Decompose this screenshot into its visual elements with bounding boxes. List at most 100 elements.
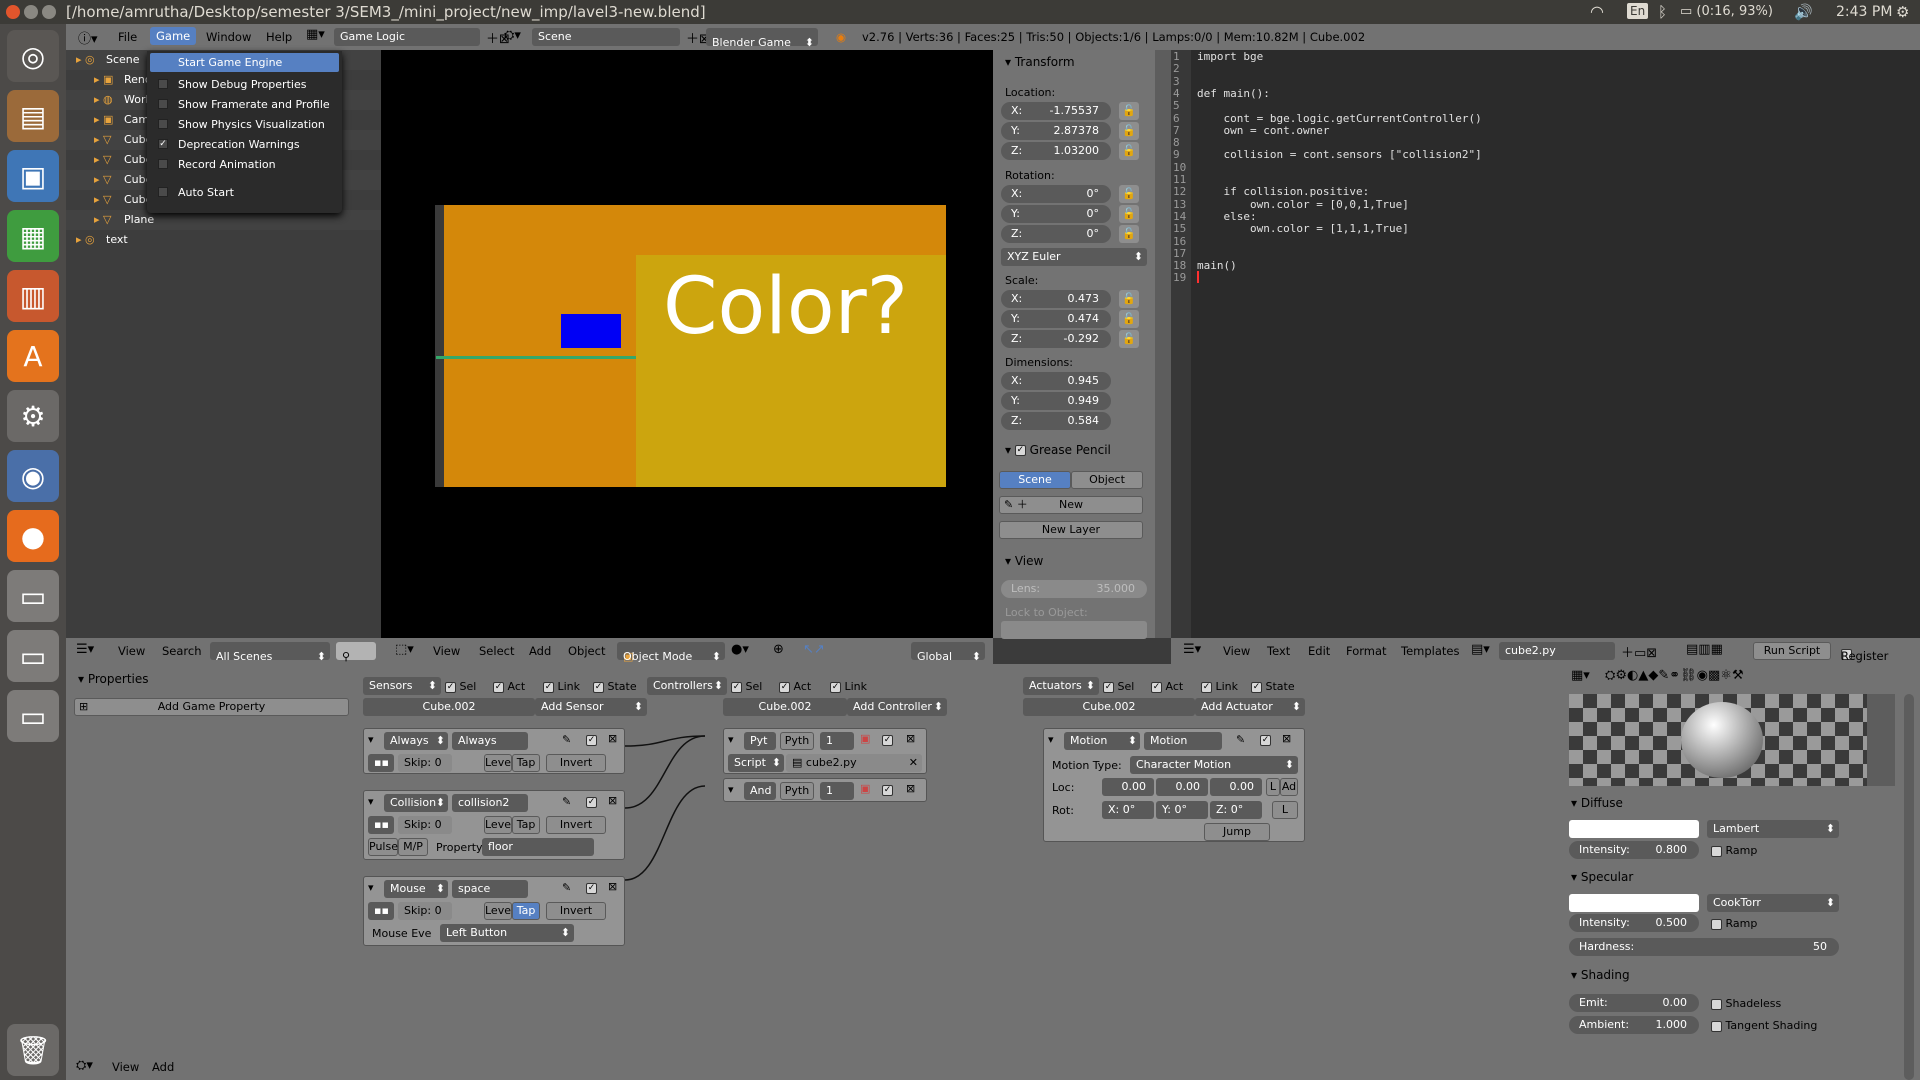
viewport-select-menu[interactable]: Select [479,644,514,658]
controller-type-select[interactable]: And [744,782,776,800]
active-checkbox[interactable]: ✓ [1260,733,1271,746]
diffuse-panel-title[interactable]: ▾ Diffuse [1571,796,1623,810]
sensors-object-label[interactable]: Cube.002 [363,698,535,716]
rot-y-field[interactable]: Y: 0° [1156,801,1208,819]
rot-x-field[interactable]: X: 0° [1102,801,1154,819]
specular-panel-title[interactable]: ▾ Specular [1571,870,1633,884]
loc-add-toggle[interactable]: Ad [1280,778,1298,796]
diffuse-color-swatch[interactable] [1569,820,1699,838]
view-panel-title[interactable]: ▾ View [1005,554,1043,568]
actuators-object-label[interactable]: Cube.002 [1023,698,1195,716]
sensors-link-toggle[interactable]: ✓ Link [543,680,580,693]
remove-controller-icon[interactable]: ⊠ [906,782,915,795]
logic-add-menu[interactable]: Add [152,1060,174,1074]
files-icon[interactable]: ▤ [7,90,59,142]
text-format-menu[interactable]: Format [1346,644,1387,658]
viewport-view-menu[interactable]: View [433,644,460,658]
active-checkbox[interactable]: ✓ [586,795,597,808]
lock-icon[interactable]: 🔓 [1119,205,1139,223]
dash-home-icon[interactable]: ◎ [7,30,59,82]
collapse-icon[interactable]: ▾ [368,733,374,746]
lens-field[interactable]: Lens: 35.000 [1001,580,1147,598]
outliner-editor-icon[interactable]: ☰▾ [76,642,94,657]
controller-name-field[interactable]: Pyth [780,732,814,750]
game-menu-item[interactable]: Show Debug Properties [150,75,339,94]
motion-type-select[interactable]: Character Motion ⬍ [1130,756,1298,774]
add-game-property-button[interactable]: ⊞ Add Game Property [74,698,349,716]
skip-field[interactable]: Skip: 0 [398,816,452,834]
specular-intensity-field[interactable]: Intensity: 0.500 [1569,914,1699,932]
diffuse-intensity-field[interactable]: Intensity: 0.800 [1569,841,1699,859]
shading-panel-title[interactable]: ▾ Shading [1571,968,1630,982]
viewport-add-menu[interactable]: Add [529,644,551,658]
controller-name-field[interactable]: Pyth [780,782,814,800]
controller-state-field[interactable]: 1 [820,782,854,800]
actuators-sel-toggle[interactable]: ✓ Sel [1103,680,1134,693]
loc-z-field[interactable]: 0.00 [1210,778,1262,796]
trash-icon[interactable]: 🗑 [7,1024,59,1076]
grease-new-button[interactable]: ✎ ＋ New [999,496,1143,514]
n-panel-scrollbar[interactable] [1155,50,1171,638]
logic-editor-type-icon[interactable]: ⛭▾ [76,1058,93,1073]
python-script-field[interactable]: ▤ cube2.py ✕ [786,754,922,772]
pulse-buttons[interactable]: ▪▪ [368,902,394,920]
controllers-act-toggle[interactable]: ✓ Act [779,680,811,693]
mouse-event-select[interactable]: Left Button ⬍ [440,924,574,942]
properties-editor-icon[interactable]: ▦▾ [1571,668,1590,683]
line-numbers-toggle-icon[interactable]: ▤▥▦ [1686,642,1723,657]
dimensions-field[interactable]: Z: 0.584 [1001,412,1111,430]
text-view-menu[interactable]: View [1223,644,1250,658]
actuator-type-select[interactable]: Motion ⬍ [1064,732,1140,750]
maximize-window-button[interactable] [42,5,56,19]
collapse-icon[interactable]: ▾ [728,733,734,746]
diffuse-shader-select[interactable]: Lambert ⬍ [1707,820,1839,838]
firefox-icon[interactable]: ● [7,510,59,562]
controllers-select[interactable]: Controllers ⬍ [647,677,727,695]
controllers-link-toggle[interactable]: ✓ Link [830,680,867,693]
game-menu-item[interactable]: Auto Start [150,183,339,202]
battery-indicator[interactable]: ▭ (0:16, 93%) [1680,0,1773,24]
blender-icon[interactable]: ◉ [7,450,59,502]
outliner-row[interactable]: ▸ ◎ text [66,230,381,250]
outliner-row[interactable]: ▸ ▽ Plane [66,210,381,230]
sensors-act-toggle[interactable]: ✓ Act [493,680,525,693]
mode-select[interactable]: ▣ Object Mode ⬍ [617,642,725,663]
sensor-type-select[interactable]: Always ⬍ [384,732,448,750]
rot-local-toggle[interactable]: L [1272,801,1298,819]
collision-mp-button[interactable]: M/P [398,838,428,856]
pin-icon[interactable]: ✎ [562,795,571,808]
tangent-shading-checkbox[interactable]: Tangent Shading [1711,1019,1817,1032]
text-datablock-icon[interactable]: ▤▾ [1471,642,1490,657]
lock-icon[interactable]: 🔓 [1119,142,1139,160]
render-engine-select[interactable]: Blender Game ⬍ [706,28,818,49]
skip-field[interactable]: Skip: 0 [398,754,452,772]
specular-shader-select[interactable]: CookTorr ⬍ [1707,894,1839,912]
game-menu-item[interactable]: Record Animation [150,155,339,174]
active-checkbox[interactable]: ✓ [586,733,597,746]
screen-layout-icon[interactable]: ▦▾ [306,27,325,42]
loc-x-field[interactable]: 0.00 [1102,778,1154,796]
properties-context-icons[interactable]: ⛭⚙◐▲◆✎⚭⛓◉▩⚛⚒ [1605,668,1744,683]
manipulator-icon[interactable]: ↖↗ [803,642,825,657]
sensors-state-toggle[interactable]: ✓ State [593,680,637,693]
tap-button[interactable]: Tap [512,754,540,772]
actuators-link-toggle[interactable]: ✓ Link [1201,680,1238,693]
text-editor-type-icon[interactable]: ☰▾ [1183,642,1201,657]
ambient-field[interactable]: Ambient: 1.000 [1569,1016,1699,1034]
invert-button[interactable]: Invert [546,816,606,834]
active-checkbox[interactable]: ✓ [882,783,893,796]
lock-icon[interactable]: 🔓 [1119,225,1139,243]
game-menu-item[interactable]: Show Physics Visualization [150,115,339,134]
screen-layout-field[interactable]: Game Logic [334,28,480,46]
sensor-name-field[interactable]: Always [452,732,528,750]
outliner-search-input[interactable]: ⚲ [336,642,376,663]
tap-button[interactable]: Tap [512,902,540,920]
controllers-object-label[interactable]: Cube.002 [723,698,847,716]
bookmark-icon[interactable]: ▣ [860,732,870,745]
text-datablock-field[interactable]: cube2.py [1499,642,1615,660]
specular-ramp-checkbox[interactable]: Ramp [1711,917,1757,930]
scene-field[interactable]: Scene [532,28,680,46]
outliner-filter-select[interactable]: All Scenes ⬍ [210,642,330,663]
shadeless-checkbox[interactable]: Shadeless [1711,997,1781,1010]
scale-field[interactable]: X: 0.473 [1001,290,1111,308]
